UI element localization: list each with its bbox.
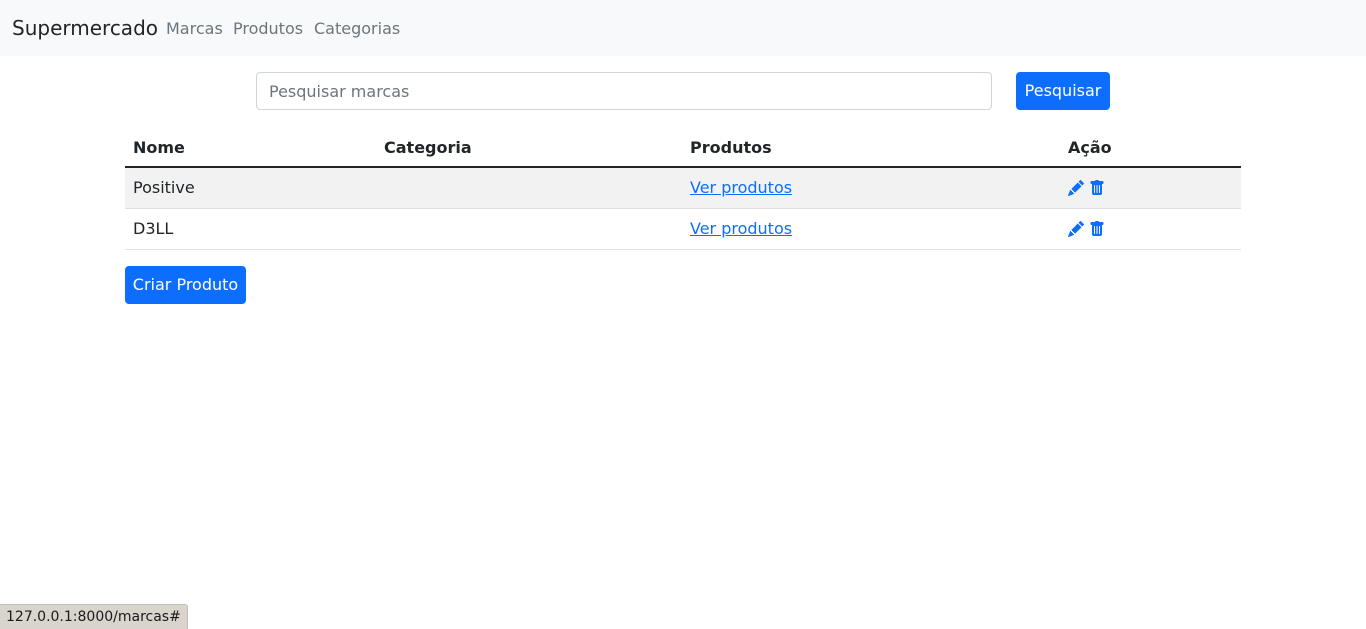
trash-icon[interactable] xyxy=(1089,180,1105,196)
search-button[interactable]: Pesquisar xyxy=(1016,72,1110,110)
row-actions xyxy=(1068,179,1105,197)
row-actions xyxy=(1068,220,1105,238)
nav-link-produtos[interactable]: Produtos xyxy=(233,17,303,41)
criar-produto-button[interactable]: Criar Produto xyxy=(125,266,246,304)
table-header: Nome Categoria Produtos Ação xyxy=(125,125,1241,168)
ver-produtos-link[interactable]: Ver produtos xyxy=(690,218,792,240)
header-produtos: Produtos xyxy=(690,138,772,157)
nav-link-marcas[interactable]: Marcas xyxy=(166,17,223,41)
table-row: Positive Ver produtos xyxy=(125,168,1241,209)
trash-icon[interactable] xyxy=(1089,221,1105,237)
header-categoria: Categoria xyxy=(384,138,472,157)
cell-nome: Positive xyxy=(133,178,195,197)
pencil-icon[interactable] xyxy=(1068,180,1084,196)
status-bar-url: 127.0.0.1:8000/marcas# xyxy=(0,604,188,629)
table-row: D3LL Ver produtos xyxy=(125,209,1241,250)
pencil-icon[interactable] xyxy=(1068,221,1084,237)
search-input[interactable] xyxy=(256,72,992,110)
header-acao: Ação xyxy=(1068,138,1112,157)
nav-link-categorias[interactable]: Categorias xyxy=(314,17,400,41)
ver-produtos-link[interactable]: Ver produtos xyxy=(690,177,792,199)
navbar-brand[interactable]: Supermercado xyxy=(12,14,158,42)
navbar: Supermercado Marcas Produtos Categorias xyxy=(0,0,1366,56)
brands-table: Nome Categoria Produtos Ação Positive Ve… xyxy=(125,125,1241,250)
cell-nome: D3LL xyxy=(133,219,174,238)
header-nome: Nome xyxy=(133,138,185,157)
